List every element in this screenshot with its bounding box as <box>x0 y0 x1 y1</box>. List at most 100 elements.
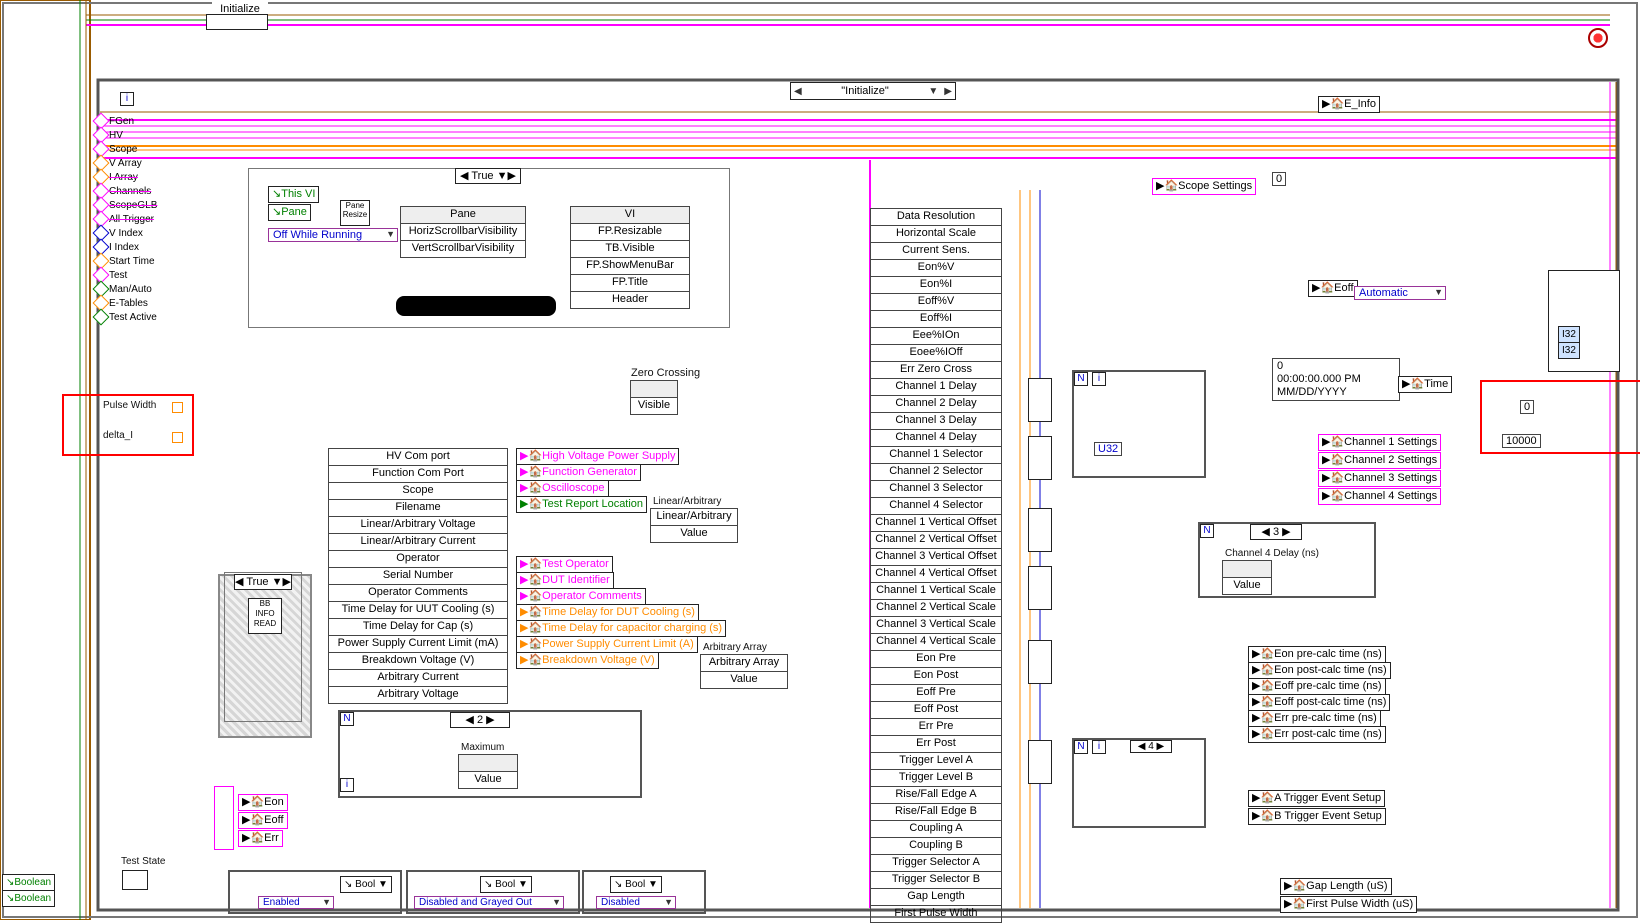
automatic-dropdown[interactable]: Automatic <box>1354 286 1446 300</box>
scope-field: Current Sens. <box>870 243 1002 260</box>
config-field: Scope <box>328 483 508 500</box>
off-while-running-dropdown[interactable]: Off While Running <box>268 228 398 242</box>
shift-register-label: V Array <box>109 158 142 169</box>
lin-arb-title: Linear/Arbitrary <box>650 494 724 509</box>
config-field: Arbitrary Current <box>328 670 508 687</box>
scope-field: Eon Post <box>870 668 1002 685</box>
config-field: Filename <box>328 500 508 517</box>
eoff-pre-local: ▶🏠Eoff pre-calc time (ns) <box>1248 678 1386 695</box>
config-local: ▶🏠Time Delay for DUT Cooling (s) <box>516 604 699 621</box>
scope-field: Channel 1 Vertical Offset <box>870 515 1002 532</box>
stop-button-icon[interactable] <box>1588 28 1608 48</box>
test-state-term <box>122 870 148 890</box>
config-local: ▶🏠DUT Identifier <box>516 572 614 589</box>
bool-loop-2-disabled-grayed[interactable]: Disabled and Grayed Out <box>414 896 564 909</box>
ch2-settings-local: ▶🏠Channel 2 Settings <box>1318 452 1441 469</box>
delta-i-term <box>172 432 183 443</box>
scope-field: Channel 2 Selector <box>870 464 1002 481</box>
config-local: ▶🏠Operator Comments <box>516 588 646 605</box>
arb-array-title: Arbitrary Array <box>700 640 770 655</box>
config-field: Serial Number <box>328 568 508 585</box>
case-selector[interactable]: ◀ "Initialize" ▼ ▶ <box>790 82 956 100</box>
maximum-node: Value <box>458 754 518 789</box>
bool-loop-3-disabled[interactable]: Disabled <box>596 896 676 909</box>
scope-field: Channel 2 Vertical Scale <box>870 600 1002 617</box>
maximum-title: Maximum <box>458 740 507 755</box>
shift-register-label: Test <box>109 270 127 281</box>
for-loop-delay-sel[interactable]: ◀ 3 ▶ <box>1250 524 1302 540</box>
err-pre-local: ▶🏠Err pre-calc time (ns) <box>1248 710 1381 727</box>
eon-post-local: ▶🏠Eon post-calc time (ns) <box>1248 662 1391 679</box>
true-case-selector[interactable]: ◀ True ▼▶ <box>455 168 521 184</box>
this-vi-ref: ↘This VI <box>268 186 319 203</box>
shift-register-label: I Array <box>109 172 138 183</box>
scope-field: Eoee%IOff <box>870 345 1002 362</box>
scope-field: Coupling B <box>870 838 1002 855</box>
scope-field: Channel 2 Vertical Offset <box>870 532 1002 549</box>
eoff-post-local: ▶🏠Eoff post-calc time (ns) <box>1248 694 1390 711</box>
shift-register-label: All Trigger <box>109 214 154 225</box>
build-array-4 <box>1028 566 1052 610</box>
loop-i-icon: i <box>120 92 134 106</box>
scope-field: Eon%V <box>870 260 1002 277</box>
scope-field: Channel 3 Selector <box>870 481 1002 498</box>
for-loop-delay-node: Value <box>1222 560 1272 595</box>
eon-local: ▶🏠Eon <box>238 794 288 811</box>
err-post-local: ▶🏠Err post-calc time (ns) <box>1248 726 1386 743</box>
scope-field: Rise/Fall Edge B <box>870 804 1002 821</box>
true-case-lower-sel[interactable]: ◀ True ▼▶ <box>234 574 292 590</box>
scope-field: Horizontal Scale <box>870 226 1002 243</box>
for-loop-delay-n: N <box>1200 524 1214 538</box>
config-local: ▶🏠Breakdown Voltage (V) <box>516 652 659 669</box>
scope-field: Channel 3 Delay <box>870 413 1002 430</box>
scope-field: Trigger Level A <box>870 753 1002 770</box>
scope-field: Channel 3 Vertical Offset <box>870 549 1002 566</box>
scope-field: Eoff Post <box>870 702 1002 719</box>
config-field: Linear/Arbitrary Voltage <box>328 517 508 534</box>
scope-field: Coupling A <box>870 821 1002 838</box>
scope-field: Channel 4 Vertical Offset <box>870 566 1002 583</box>
scope-settings-local: ▶🏠Scope Settings <box>1152 178 1256 195</box>
pane-resize-node: PaneResize <box>340 200 370 226</box>
scope-field: Channel 1 Selector <box>870 447 1002 464</box>
i32-a: I32 <box>1558 326 1580 343</box>
for-loop-trigger-i: i <box>1092 740 1106 754</box>
config-local: ▶🏠Test Report Location <box>516 496 647 513</box>
shift-register-label: Start Time <box>109 256 155 267</box>
zero-crossing-label: Zero Crossing <box>628 366 703 381</box>
boolean-a: ↘Boolean <box>2 874 55 891</box>
e-info-local: ▶🏠E_Info <box>1318 96 1380 113</box>
config-local: ▶🏠Oscilloscope <box>516 480 609 497</box>
maximum-loop-i: i <box>340 778 354 792</box>
arb-array-node: Arbitrary Array Value <box>700 654 788 689</box>
ch3-settings-local: ▶🏠Channel 3 Settings <box>1318 470 1441 487</box>
for-loop-trigger-n: N <box>1074 740 1088 754</box>
for-loop-trigger-sel[interactable]: ◀ 4 ▶ <box>1130 740 1172 753</box>
shift-register-label: Man/Auto <box>109 284 152 295</box>
ch4-settings-local: ▶🏠Channel 4 Settings <box>1318 488 1441 505</box>
scope-field: Err Pre <box>870 719 1002 736</box>
config-local: ▶🏠High Voltage Power Supply <box>516 448 679 465</box>
bb-info-read: BBINFOREAD <box>248 598 282 634</box>
config-local: ▶🏠Time Delay for capacitor charging (s) <box>516 620 726 637</box>
ch1-settings-local: ▶🏠Channel 1 Settings <box>1318 434 1441 451</box>
bool-loop-1-enabled[interactable]: Enabled <box>258 896 334 909</box>
maximum-loop-sel[interactable]: ◀ 2 ▶ <box>450 712 510 728</box>
config-field: HV Com port <box>328 448 508 466</box>
bool-loop-2-bool: ↘ Bool ▼ <box>480 876 532 893</box>
for-loop-delay-title: Channel 4 Delay (ns) <box>1222 546 1322 561</box>
scope-field: Eoff Pre <box>870 685 1002 702</box>
config-field: Linear/Arbitrary Current <box>328 534 508 551</box>
bool-loop-3-bool: ↘ Bool ▼ <box>610 876 662 893</box>
config-local: ▶🏠Power Supply Current Limit (A) <box>516 636 698 653</box>
config-local: ▶🏠Test Operator <box>516 556 613 573</box>
pane-ref: ↘Pane <box>268 204 311 221</box>
scope-field: Channel 1 Delay <box>870 379 1002 396</box>
redacted-string <box>396 296 556 316</box>
config-field: Arbitrary Voltage <box>328 687 508 704</box>
scope-field: Err Zero Cross <box>870 362 1002 379</box>
shift-register-label: E-Tables <box>109 298 148 309</box>
eoff-local: ▶🏠Eoff <box>238 812 288 829</box>
config-field: Function Com Port <box>328 466 508 483</box>
scope-field: Data Resolution <box>870 208 1002 226</box>
